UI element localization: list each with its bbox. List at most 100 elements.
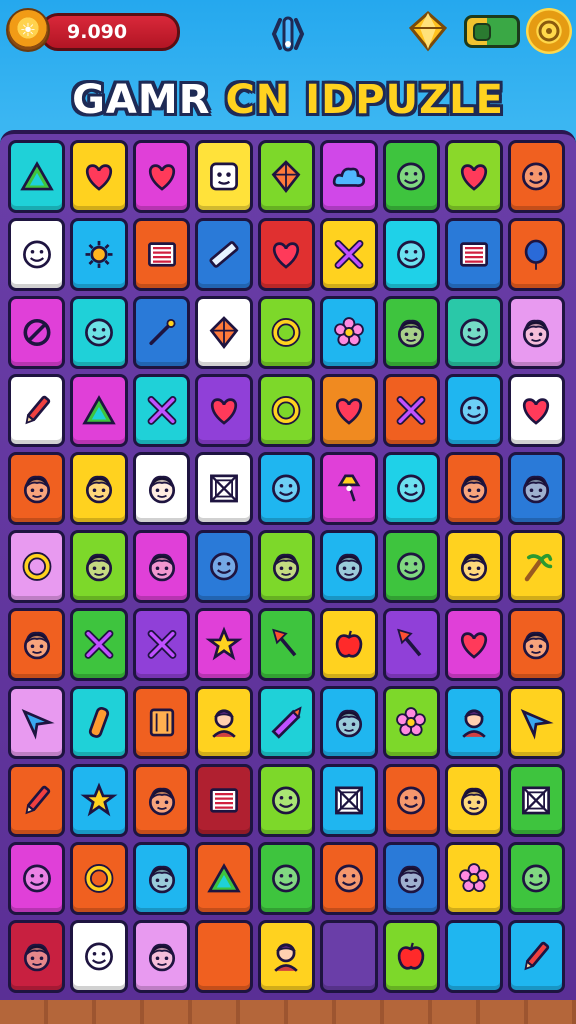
tile-heart[interactable]	[195, 374, 253, 447]
tile-smiley[interactable]	[507, 140, 565, 213]
tile-pin[interactable]	[257, 608, 316, 681]
tile-face[interactable]	[70, 530, 128, 603]
tile-face[interactable]	[70, 452, 128, 525]
tile-box[interactable]	[320, 764, 378, 837]
tile-pin[interactable]	[382, 608, 441, 681]
tile-face[interactable]	[320, 686, 378, 759]
tile-face[interactable]	[8, 452, 66, 525]
tile-box[interactable]	[507, 764, 565, 837]
tile-ruler[interactable]	[195, 218, 253, 291]
tile-cross[interactable]	[132, 374, 191, 447]
tile-smiley[interactable]	[382, 140, 441, 213]
tile-smiley[interactable]	[445, 296, 503, 369]
tile-face[interactable]	[132, 842, 191, 915]
tile-face[interactable]	[382, 296, 441, 369]
tile-cross[interactable]	[320, 218, 378, 291]
tuning-fork-icon[interactable]	[266, 14, 310, 54]
tile-smiley[interactable]	[8, 842, 66, 915]
tile-triangle[interactable]	[8, 140, 66, 213]
tile-heart[interactable]	[445, 140, 503, 213]
tile-face[interactable]	[132, 530, 191, 603]
tile-forbidden[interactable]	[8, 296, 66, 369]
tile-face[interactable]	[382, 842, 441, 915]
tile-smiley[interactable]	[257, 764, 316, 837]
tile-flower[interactable]	[382, 686, 441, 759]
tile-cloud[interactable]	[320, 140, 378, 213]
tile-triangle[interactable]	[195, 842, 253, 915]
tile-smiley[interactable]	[382, 452, 441, 525]
tile-smiley[interactable]	[507, 842, 565, 915]
tile-palm[interactable]	[507, 530, 565, 603]
tile-robot-face[interactable]	[195, 140, 253, 213]
tile-smiley[interactable]	[320, 842, 378, 915]
tile-face[interactable]	[132, 452, 191, 525]
tile-pencil[interactable]	[507, 920, 565, 993]
tile-face[interactable]	[507, 296, 565, 369]
tile-flag[interactable]	[132, 218, 191, 291]
tile-face[interactable]	[132, 920, 191, 993]
tile-flag[interactable]	[445, 218, 503, 291]
tile-ring[interactable]	[70, 842, 128, 915]
tile-heart[interactable]	[257, 218, 316, 291]
tile-smiley[interactable]	[382, 764, 441, 837]
tile-flag[interactable]	[195, 764, 253, 837]
tile-star[interactable]	[70, 764, 128, 837]
tile-rocket[interactable]	[257, 686, 316, 759]
tile-face[interactable]	[257, 530, 316, 603]
tile-face[interactable]	[445, 764, 503, 837]
tile-blank[interactable]	[320, 920, 378, 993]
tile-smiley[interactable]	[257, 452, 316, 525]
sun-badge-icon[interactable]: ☀	[6, 8, 50, 52]
tile-star[interactable]	[195, 608, 253, 681]
tile-arrow[interactable]	[8, 686, 66, 759]
tile-heart[interactable]	[70, 140, 128, 213]
gem-icon[interactable]	[408, 10, 448, 52]
toggle-icon[interactable]	[464, 15, 520, 48]
tile-face[interactable]	[8, 608, 66, 681]
tile-sun[interactable]	[70, 218, 128, 291]
coin-icon[interactable]	[526, 8, 572, 54]
tile-flower[interactable]	[445, 842, 503, 915]
tile-triangle[interactable]	[70, 374, 128, 447]
tile-person[interactable]	[195, 686, 253, 759]
tile-cross[interactable]	[70, 608, 128, 681]
tile-blank[interactable]	[195, 920, 253, 993]
tile-face[interactable]	[507, 608, 565, 681]
tile-heart[interactable]	[132, 140, 191, 213]
tile-cross[interactable]	[132, 608, 191, 681]
tile-smiley[interactable]	[195, 530, 253, 603]
tile-ring[interactable]	[257, 374, 316, 447]
tile-kite[interactable]	[195, 296, 253, 369]
tile-face[interactable]	[507, 452, 565, 525]
tile-flower[interactable]	[320, 296, 378, 369]
tile-ring[interactable]	[8, 530, 66, 603]
tile-face[interactable]	[8, 920, 66, 993]
tile-balloon[interactable]	[507, 218, 565, 291]
tile-heart[interactable]	[320, 374, 378, 447]
tile-wand[interactable]	[132, 296, 191, 369]
tile-arrow[interactable]	[507, 686, 565, 759]
tile-pencil[interactable]	[8, 764, 66, 837]
tile-smiley[interactable]	[382, 218, 441, 291]
tile-pencil[interactable]	[8, 374, 66, 447]
tile-scroll[interactable]	[132, 686, 191, 759]
tile-smiley[interactable]	[445, 374, 503, 447]
tile-face[interactable]	[320, 530, 378, 603]
tile-smiley[interactable]	[382, 530, 441, 603]
tile-box[interactable]	[195, 452, 253, 525]
tile-person[interactable]	[445, 686, 503, 759]
tile-smiley[interactable]	[257, 842, 316, 915]
tile-person[interactable]	[257, 920, 316, 993]
tile-heart[interactable]	[507, 374, 565, 447]
tile-lamp[interactable]	[320, 452, 378, 525]
tile-face[interactable]	[445, 452, 503, 525]
tile-face[interactable]	[445, 530, 503, 603]
tile-smiley[interactable]	[70, 296, 128, 369]
tile-apple[interactable]	[382, 920, 441, 993]
tile-smiley[interactable]	[70, 920, 128, 993]
tile-smiley[interactable]	[8, 218, 66, 291]
tile-apple[interactable]	[320, 608, 378, 681]
tile-bottle[interactable]	[70, 686, 128, 759]
tile-cross[interactable]	[382, 374, 441, 447]
tile-heart[interactable]	[445, 608, 503, 681]
